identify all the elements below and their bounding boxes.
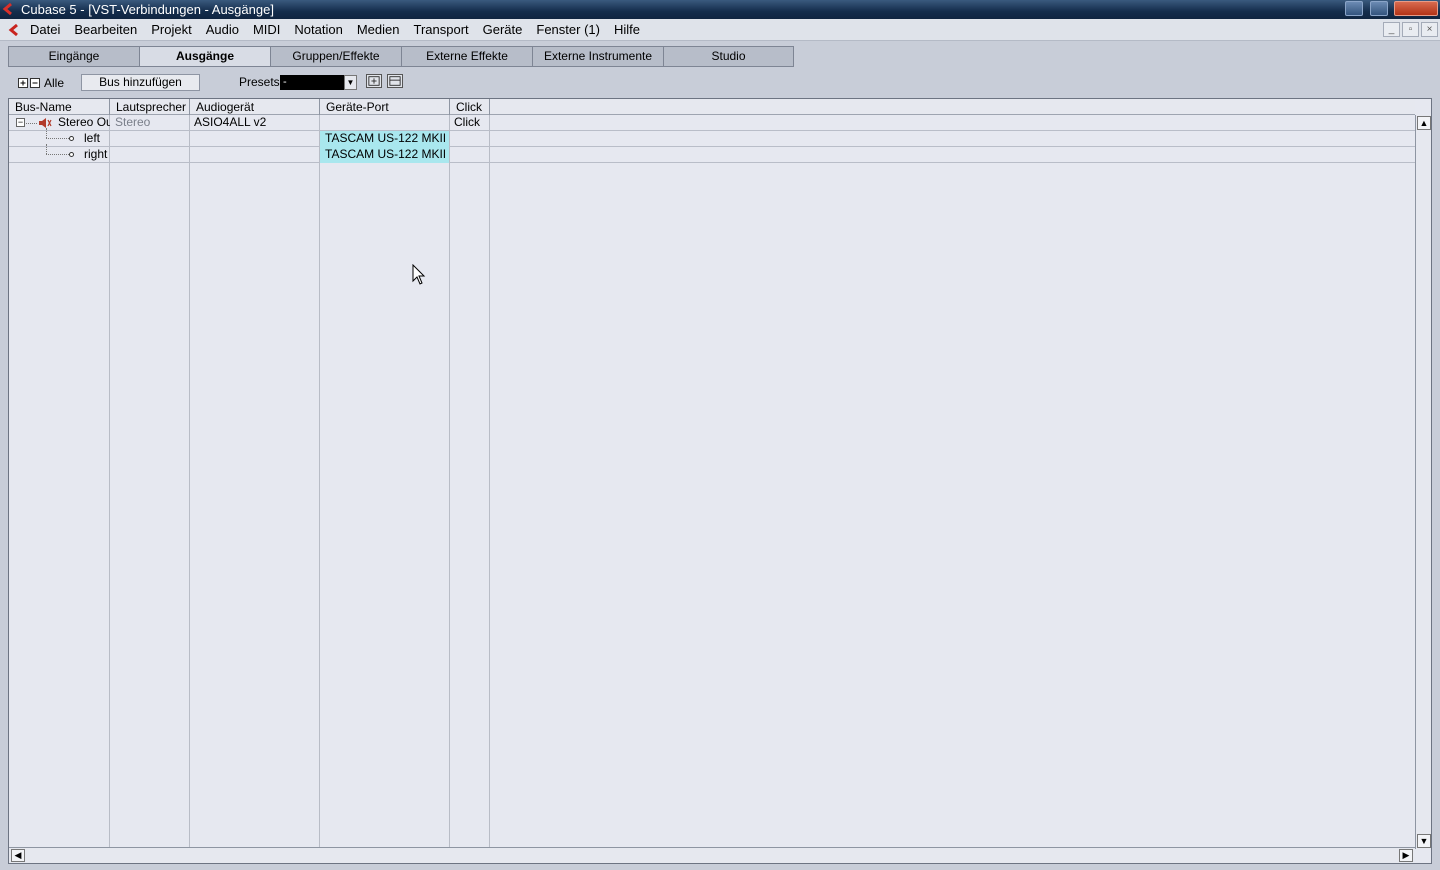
menu-datei[interactable]: Datei [30, 19, 60, 41]
tree-connector [26, 123, 37, 124]
tab-gruppen-effekte[interactable]: Gruppen/Effekte [270, 46, 401, 67]
device-port-cell[interactable]: TASCAM US-122 MKII 2 [320, 147, 449, 163]
audio-device-cell[interactable]: ASIO4ALL v2 [194, 115, 319, 131]
tree-connector [46, 128, 47, 138]
tree-connector [46, 154, 69, 155]
table-row[interactable]: − Stereo Out Stereo ASIO4ALL v2 Click [9, 115, 1415, 131]
mouse-cursor-icon [412, 264, 426, 285]
bus-name-cell[interactable]: right [84, 147, 110, 163]
bus-name-cell[interactable]: left [84, 131, 110, 147]
menu-fenster[interactable]: Fenster (1) [536, 19, 600, 41]
minimize-button[interactable] [1345, 1, 1363, 16]
menu-transport[interactable]: Transport [413, 19, 468, 41]
horizontal-scrollbar[interactable]: ◀ ▶ [9, 847, 1415, 863]
column-divider [489, 115, 490, 849]
tree-connector [46, 144, 47, 154]
click-cell[interactable]: Click [454, 115, 489, 131]
tab-bar: Eingänge Ausgänge Gruppen/Effekte Extern… [0, 42, 1440, 68]
mdi-restore-button[interactable]: ▫ [1402, 22, 1419, 37]
header-device-port[interactable]: Geräte-Port [320, 99, 450, 115]
close-button[interactable] [1394, 1, 1438, 16]
tab-externe-instrumente[interactable]: Externe Instrumente [532, 46, 663, 67]
connections-table: Bus-Name Lautsprecher Audiogerät Geräte-… [8, 98, 1432, 864]
vertical-scrollbar[interactable]: ▲ ▼ [1415, 115, 1431, 849]
header-speaker[interactable]: Lautsprecher [110, 99, 190, 115]
presets-value: - [283, 76, 287, 88]
add-bus-button[interactable]: Bus hinzufügen [81, 74, 200, 91]
collapse-icon[interactable]: − [16, 118, 25, 127]
channel-dot-icon [69, 136, 74, 141]
tree-connector [46, 138, 69, 139]
table-header: Bus-Name Lautsprecher Audiogerät Geräte-… [9, 99, 1415, 115]
window-title: Cubase 5 - [VST-Verbindungen - Ausgänge] [21, 2, 274, 17]
scroll-right-icon[interactable]: ▶ [1399, 849, 1413, 862]
presets-label: Presets [239, 75, 280, 89]
scroll-up-icon[interactable]: ▲ [1417, 116, 1431, 130]
header-audio-device[interactable]: Audiogerät [190, 99, 320, 115]
speaker-icon [39, 118, 52, 128]
cubase-menu-icon[interactable] [7, 23, 21, 37]
scroll-left-icon[interactable]: ◀ [11, 849, 25, 862]
menu-geraete[interactable]: Geräte [483, 19, 523, 41]
preset-save-icon[interactable] [366, 74, 382, 88]
menu-notation[interactable]: Notation [294, 19, 342, 41]
tab-ausgaenge[interactable]: Ausgänge [139, 46, 270, 67]
toolbar: Alle Bus hinzufügen Presets - ▼ [0, 70, 1440, 97]
menu-bar: Datei Bearbeiten Projekt Audio MIDI Nota… [0, 19, 1440, 41]
device-port-cell[interactable]: TASCAM US-122 MKII 1 [320, 131, 449, 147]
chevron-down-icon[interactable]: ▼ [344, 75, 357, 90]
menu-hilfe[interactable]: Hilfe [614, 19, 640, 41]
tab-eingaenge[interactable]: Eingänge [8, 46, 139, 67]
maximize-button[interactable] [1370, 1, 1388, 16]
presets-dropdown[interactable]: - ▼ [280, 75, 357, 90]
header-bus-name[interactable]: Bus-Name [9, 99, 110, 115]
cubase-window: Cubase 5 - [VST-Verbindungen - Ausgänge]… [0, 0, 1440, 870]
menu-projekt[interactable]: Projekt [151, 19, 191, 41]
menu-midi[interactable]: MIDI [253, 19, 280, 41]
bus-name-cell[interactable]: Stereo Out [58, 115, 110, 131]
column-divider [109, 115, 110, 849]
device-port-cell[interactable] [320, 115, 449, 131]
all-label: Alle [44, 76, 65, 90]
table-row[interactable]: right TASCAM US-122 MKII 2 [9, 144, 1415, 163]
menu-audio[interactable]: Audio [206, 19, 239, 41]
mdi-close-button[interactable]: × [1421, 22, 1438, 37]
cubase-logo-icon [2, 3, 12, 15]
title-bar: Cubase 5 - [VST-Verbindungen - Ausgänge] [0, 0, 1440, 19]
expand-collapse-icon[interactable] [18, 77, 40, 89]
menu-medien[interactable]: Medien [357, 19, 400, 41]
table-row[interactable]: left TASCAM US-122 MKII 1 [9, 128, 1415, 147]
channel-dot-icon [69, 152, 74, 157]
header-click[interactable]: Click [450, 99, 490, 115]
column-divider [189, 115, 190, 849]
preset-delete-icon[interactable] [387, 74, 403, 88]
scroll-down-icon[interactable]: ▼ [1417, 834, 1431, 848]
tab-externe-effekte[interactable]: Externe Effekte [401, 46, 532, 67]
menu-bearbeiten[interactable]: Bearbeiten [74, 19, 137, 41]
speaker-cell[interactable]: Stereo [115, 115, 189, 131]
tab-studio[interactable]: Studio [663, 46, 794, 67]
column-divider [319, 115, 320, 849]
mdi-minimize-button[interactable]: _ [1383, 22, 1400, 37]
column-divider [449, 115, 450, 849]
